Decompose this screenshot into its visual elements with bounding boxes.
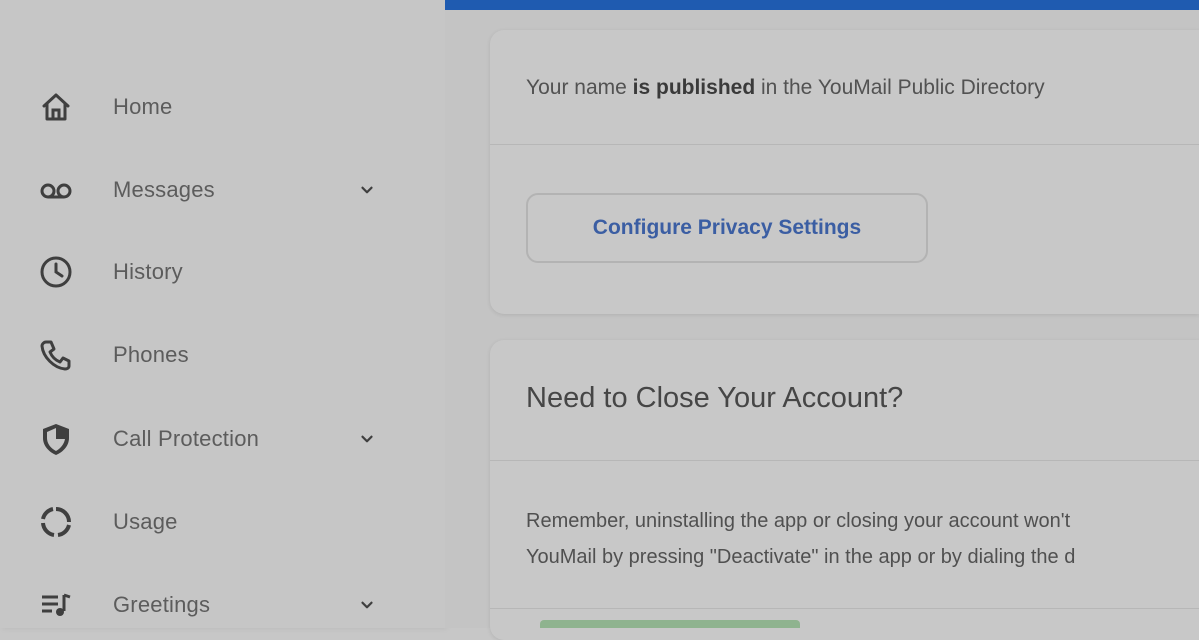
close-account-card: Need to Close Your Account? Remember, un…	[490, 340, 1199, 640]
published-status: is published	[632, 76, 756, 99]
sidebar-item-label: Greetings	[113, 592, 211, 617]
deactivate-button[interactable]	[540, 620, 800, 628]
sidebar-item-messages[interactable]: Messages	[0, 160, 445, 220]
divider	[490, 460, 1199, 461]
sidebar-item-phones[interactable]: Phones	[0, 325, 445, 385]
divider	[490, 608, 1199, 609]
sidebar-item-label: Call Protection	[113, 426, 260, 451]
card-title: Need to Close Your Account?	[526, 382, 904, 414]
sidebar-item-call-protection[interactable]: Call Protection	[0, 409, 445, 469]
clock-icon	[38, 254, 74, 290]
greetings-icon	[38, 587, 74, 623]
usage-icon	[38, 504, 74, 540]
text-line: YouMail by pressing "Deactivate" in the …	[526, 546, 1076, 568]
sidebar-item-history[interactable]: History	[0, 242, 445, 302]
chevron-down-icon[interactable]	[355, 427, 379, 451]
sidebar-item-label: History	[113, 259, 183, 284]
sidebar-item-label: Home	[113, 94, 173, 119]
sidebar-item-label: Usage	[113, 509, 178, 534]
shield-icon	[38, 421, 74, 457]
directory-status-text: Your name is published in the YouMail Pu…	[526, 76, 1045, 99]
chevron-down-icon[interactable]	[355, 593, 379, 617]
divider	[490, 144, 1199, 145]
sidebar-item-label: Messages	[113, 177, 215, 202]
phone-icon	[38, 337, 74, 373]
voicemail-icon	[38, 172, 74, 208]
sidebar: Home Messages History Phones Call Protec…	[0, 0, 445, 628]
sidebar-item-greetings[interactable]: Greetings	[0, 575, 445, 635]
sidebar-item-usage[interactable]: Usage	[0, 492, 445, 552]
configure-privacy-button[interactable]: Configure Privacy Settings	[526, 193, 928, 263]
close-account-text: Remember, uninstalling the app or closin…	[526, 503, 1075, 575]
accent-bar	[445, 0, 1199, 10]
privacy-card: Your name is published in the YouMail Pu…	[490, 30, 1199, 314]
sidebar-item-home[interactable]: Home	[0, 77, 445, 137]
text-line: Remember, uninstalling the app or closin…	[526, 510, 1071, 532]
home-icon	[38, 89, 74, 125]
chevron-down-icon[interactable]	[355, 178, 379, 202]
sidebar-item-label: Phones	[113, 342, 189, 367]
